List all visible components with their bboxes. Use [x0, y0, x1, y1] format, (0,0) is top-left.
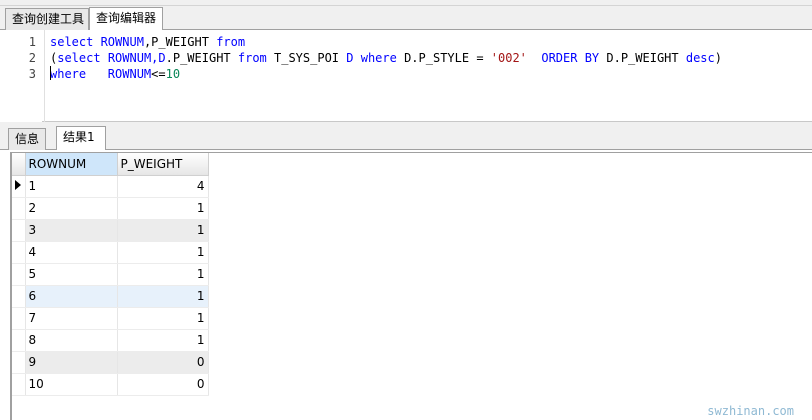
table-name: T_SYS_POI: [266, 51, 347, 65]
code-line-3[interactable]: where ROWNUM<=10: [50, 66, 180, 82]
cell-rownum[interactable]: 10: [25, 373, 118, 396]
line-number: 3: [28, 67, 36, 81]
query-tabs: 查询创建工具 查询编辑器: [0, 6, 812, 30]
keyword: where: [50, 67, 87, 81]
tab-result-1[interactable]: 结果1: [56, 126, 106, 151]
row-indicator: [12, 241, 26, 264]
table-row[interactable]: 5 1: [12, 263, 209, 286]
table-row[interactable]: 3 1: [12, 219, 209, 242]
cell-rownum[interactable]: 1: [25, 175, 118, 198]
cell-p-weight[interactable]: 0: [117, 351, 209, 374]
alias: D: [346, 51, 354, 65]
cell-rownum[interactable]: 5: [25, 263, 118, 286]
result-table: ROWNUM P_WEIGHT 1 4 2 1 3 1 4 1 5 1 6 1 …: [12, 153, 209, 396]
keyword: select: [50, 35, 94, 49]
cell-rownum[interactable]: 3: [25, 219, 118, 242]
keyword: select: [57, 51, 101, 65]
sql-editor[interactable]: 1 2 3 select ROWNUM,P_WEIGHT from (selec…: [0, 30, 812, 122]
column-header-p-weight[interactable]: P_WEIGHT: [117, 153, 209, 176]
row-indicator: [12, 285, 26, 308]
table-row[interactable]: 10 0: [12, 373, 209, 396]
string-literal: '002': [490, 51, 527, 65]
cell-p-weight[interactable]: 4: [117, 175, 209, 198]
cell-rownum[interactable]: 8: [25, 329, 118, 352]
paren: ): [714, 51, 722, 65]
identifier: ,P_WEIGHT: [143, 35, 217, 49]
row-indicator: [12, 351, 26, 374]
operator: <=: [151, 67, 166, 81]
cell-rownum[interactable]: 9: [25, 351, 118, 374]
code-line-1[interactable]: select ROWNUM,P_WEIGHT from: [50, 34, 245, 50]
keyword: where: [360, 51, 397, 65]
table-row[interactable]: 7 1: [12, 307, 209, 330]
cell-rownum[interactable]: 6: [25, 285, 118, 308]
cell-p-weight[interactable]: 1: [117, 285, 209, 308]
row-indicator: [12, 373, 26, 396]
cell-p-weight[interactable]: 1: [117, 263, 209, 286]
tab-info[interactable]: 信息: [8, 128, 46, 150]
row-indicator: [12, 263, 26, 286]
cell-p-weight[interactable]: 0: [117, 373, 209, 396]
row-indicator-header: [12, 153, 26, 176]
keyword: ORDER BY: [541, 51, 600, 65]
condition: D.P_STYLE =: [396, 51, 491, 65]
tab-query-builder[interactable]: 查询创建工具: [5, 8, 89, 30]
keyword: from: [216, 35, 246, 49]
keyword: from: [237, 51, 267, 65]
site-watermark: swzhinan.com: [707, 404, 794, 418]
cell-p-weight[interactable]: 1: [117, 197, 209, 220]
cell-rownum[interactable]: 2: [25, 197, 118, 220]
row-indicator: [12, 307, 26, 330]
cell-p-weight[interactable]: 1: [117, 329, 209, 352]
identifier: .P_WEIGHT: [165, 51, 238, 65]
table-row[interactable]: 9 0: [12, 351, 209, 374]
identifier: ROWNUM: [100, 51, 152, 65]
table-row[interactable]: 6 1: [12, 285, 209, 308]
column-header-rownum[interactable]: ROWNUM: [25, 153, 118, 176]
identifier: D.P_WEIGHT: [599, 51, 686, 65]
line-number: 1: [28, 35, 36, 49]
row-indicator: [12, 329, 26, 352]
tab-query-editor[interactable]: 查询编辑器: [89, 7, 163, 30]
result-grid[interactable]: ROWNUM P_WEIGHT 1 4 2 1 3 1 4 1 5 1 6 1 …: [0, 150, 812, 420]
result-tabs: 信息 结果1: [0, 122, 812, 151]
cell-p-weight[interactable]: 1: [117, 219, 209, 242]
row-indicator: [12, 175, 26, 198]
identifier: ROWNUM: [93, 35, 144, 49]
table-row[interactable]: 1 4: [12, 175, 209, 198]
row-indicator: [12, 219, 26, 242]
line-number: 2: [28, 51, 36, 65]
number-literal: 10: [165, 67, 181, 81]
cell-p-weight[interactable]: 1: [117, 307, 209, 330]
current-row-arrow-icon: [15, 180, 21, 190]
row-indicator: [12, 197, 26, 220]
cell-p-weight[interactable]: 1: [117, 241, 209, 264]
text-caret: [50, 66, 51, 80]
code-line-2[interactable]: (select ROWNUM,D.P_WEIGHT from T_SYS_POI…: [50, 50, 722, 66]
cell-rownum[interactable]: 7: [25, 307, 118, 330]
identifier: ,D: [151, 51, 166, 65]
table-row[interactable]: 4 1: [12, 241, 209, 264]
table-row[interactable]: 2 1: [12, 197, 209, 220]
table-row[interactable]: 8 1: [12, 329, 209, 352]
cell-rownum[interactable]: 4: [25, 241, 118, 264]
gutter-divider: [44, 30, 45, 122]
line-number-gutter: 1 2 3: [0, 30, 42, 122]
identifier: ROWNUM: [86, 67, 152, 81]
keyword: desc: [685, 51, 715, 65]
